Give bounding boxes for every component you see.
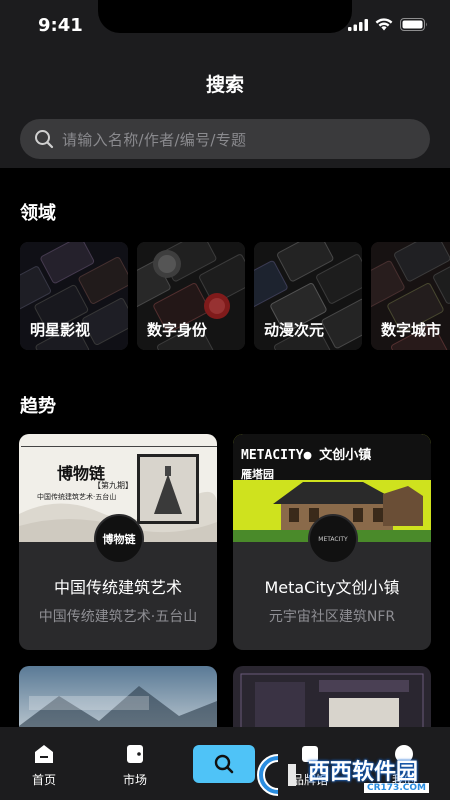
watermark-sub: CR173.COM — [364, 783, 429, 793]
market-icon — [127, 745, 143, 763]
tab-home[interactable]: 首页 — [9, 743, 79, 788]
domain-card-anime[interactable]: 动漫次元 — [254, 242, 362, 350]
trend-card-title: MetaCity文创小镇 — [264, 578, 400, 597]
domain-label: 数字身份 — [147, 321, 208, 339]
tab-label: 市场 — [122, 773, 147, 787]
watermark: 西西软件园 CR173.COM — [256, 750, 450, 800]
signal-icon — [348, 18, 368, 31]
avatar: METACITY — [308, 514, 358, 564]
card-image-caption: 中国传统建筑艺术·五台山 — [37, 493, 117, 501]
domain-list: 明星影视 数字身份 动漫次元 数字城市 — [20, 242, 450, 350]
tab-search[interactable] — [193, 745, 255, 783]
trend-card-title: 中国传统建筑艺术 — [53, 578, 182, 597]
domain-label: 明星影视 — [30, 321, 91, 339]
header: 搜索 请输入名称/作者/编号/专题 — [0, 52, 450, 168]
status-time: 9:41 — [38, 15, 83, 36]
status-icons — [348, 18, 428, 31]
search-icon — [35, 130, 54, 149]
watermark-text: 西西软件园 — [308, 760, 419, 785]
battery-icon — [400, 18, 427, 31]
domain-card-digital-id[interactable]: 数字身份 — [137, 242, 245, 350]
tab-market[interactable]: 市场 — [100, 743, 170, 788]
search-placeholder: 请输入名称/作者/编号/专题 — [62, 130, 247, 149]
card-issue-text: 【第九期】 — [93, 481, 133, 490]
domain-label: 动漫次元 — [264, 321, 325, 339]
trend-card-metacity[interactable]: METACITY● 文创小镇 雁塔园 METACITY MetaCity文创小镇… — [233, 434, 431, 650]
domain-card-star-film[interactable]: 明星影视 — [20, 242, 128, 350]
domain-label: 数字城市 — [381, 321, 442, 339]
wifi-icon — [375, 18, 393, 31]
search-input[interactable]: 请输入名称/作者/编号/专题 — [20, 119, 430, 159]
domain-section-title: 领域 — [20, 203, 56, 224]
card-image-caption: 雁塔园 — [241, 468, 274, 481]
trend-card-subtitle: 元宇宙社区建筑NFR — [268, 609, 396, 625]
trend-card-architecture[interactable]: 博物链 【第九期】 中国传统建筑艺术·五台山 博物链 中国传统建筑艺术 中国传统… — [19, 434, 217, 650]
trend-card-subtitle: 中国传统建筑艺术·五台山 — [38, 609, 198, 625]
avatar-text: METACITY — [318, 535, 348, 543]
tab-label: 首页 — [31, 773, 56, 787]
home-icon — [35, 745, 53, 763]
trend-section-title: 趋势 — [20, 396, 56, 417]
avatar-text: 博物链 — [102, 533, 136, 546]
notch — [98, 0, 352, 33]
search-icon — [214, 754, 234, 774]
domain-card-digital-city[interactable]: 数字城市 — [371, 242, 450, 350]
page-title: 搜索 — [205, 74, 244, 96]
status-bar: 9:41 — [0, 0, 450, 52]
card-logo-text: METACITY● 文创小镇 — [241, 448, 372, 463]
avatar: 博物链 — [94, 514, 144, 564]
